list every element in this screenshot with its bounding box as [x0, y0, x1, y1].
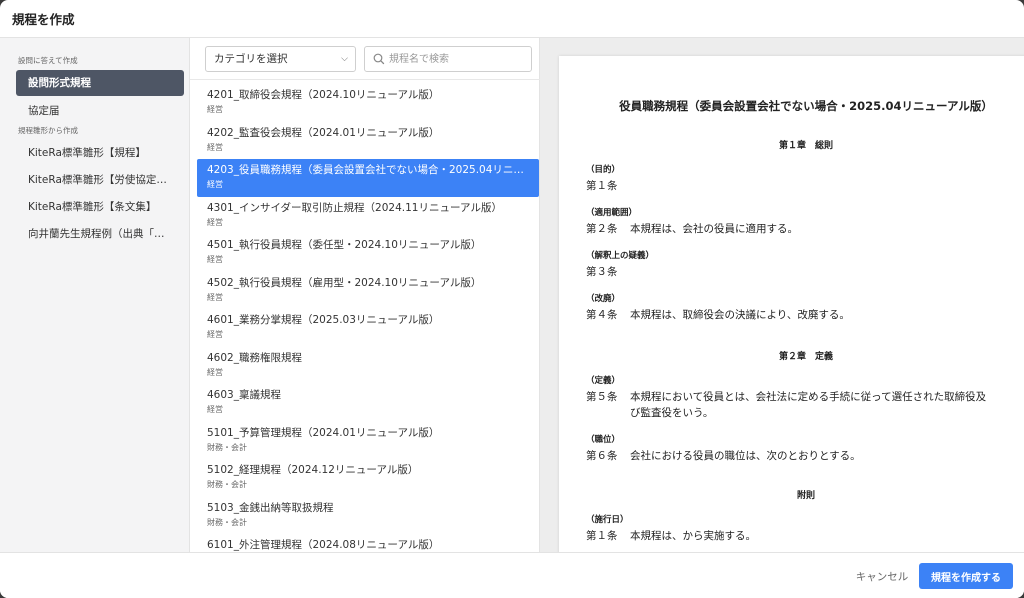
article-heading: （適用範囲） — [586, 208, 638, 218]
rule-category: 経営 — [207, 330, 223, 339]
article-number: 第５条 — [586, 391, 618, 403]
article-body: 第３条 — [586, 264, 1024, 280]
article-text: 本規程は、から実施する。 — [630, 530, 756, 542]
rule-category: 経営 — [207, 367, 223, 377]
article-body: 第１条 本規程は、から実施する。 — [586, 528, 1024, 544]
category-select[interactable]: カテゴリを選択 ⌵ — [205, 46, 356, 72]
rule-title: 6101_外注管理規程（2024.08リニューアル版） — [207, 539, 440, 551]
chapter-heading: 第２章 定義 — [778, 352, 833, 362]
chapter-heading: 第１章 総則 — [778, 141, 833, 151]
article-text-continued: び監査役をいう。 — [630, 407, 714, 419]
rule-title: 4501_執行役員規程（委任型・2024.10リニューアル版） — [207, 239, 482, 251]
rule-category: 経営 — [207, 180, 223, 189]
rule-title: 4201_取締役会規程（2024.10リニューアル版） — [207, 89, 440, 101]
rule-list-panel: カテゴリを選択 ⌵ 4201_取締役会規程（2024.10リニューアル版） 経営 … — [190, 38, 540, 552]
rule-list: 4201_取締役会規程（2024.10リニューアル版） 経営 4202_監査役会規… — [190, 84, 540, 552]
list-item[interactable]: 4502_執行役員規程（雇用型・2024.10リニューアル版） 経営 — [197, 272, 539, 310]
list-item[interactable]: 6101_外注管理規程（2024.08リニューアル版） — [197, 534, 539, 552]
filter-bar: カテゴリを選択 ⌵ — [190, 38, 540, 80]
list-item[interactable]: 4301_インサイダー取引防止規程（2024.11リニューアル版） 経営 — [197, 197, 539, 235]
article-body: 第４条 本規程は、取締役会の決議により、改廃する。 — [586, 307, 1024, 323]
rule-category: 経営 — [207, 292, 223, 302]
article-body: 第２条 本規程は、会社の役員に適用する。 — [586, 221, 1024, 237]
rule-category: 経営 — [207, 255, 223, 264]
rule-category: 経営 — [207, 217, 223, 227]
article-body: 第５条 本規程において役員とは、会社法に定める手続に従って選任された取締役及 び監査… — [586, 389, 1024, 421]
list-item[interactable]: 4601_業務分掌規程（2025.03リニューアル版） 経営 — [197, 309, 539, 347]
source-sidebar: 設問に答えて作成 設問形式規程 協定届 規程雛形から作成 KiteRa標準雛形【… — [0, 38, 190, 552]
rule-title: 4603_稟議規程 — [207, 389, 281, 401]
sidebar-item-agreement[interactable]: 協定届 — [16, 98, 184, 124]
article-text: 本規程において役員とは、会社法に定める手続に従って選任された取締役及 — [630, 391, 987, 403]
rule-category: 財務・会計 — [207, 517, 247, 527]
article-number: 第３条 — [586, 266, 618, 278]
rule-category: 財務・会計 — [207, 442, 247, 452]
rule-title: 5101_予算管理規程（2024.01リニューアル版） — [207, 426, 440, 439]
cancel-button[interactable]: キャンセル — [850, 563, 914, 589]
section-questions-label: 設問に答えて作成 — [18, 56, 78, 65]
list-item[interactable]: 5102_経理規程（2024.12リニューアル版） 財務・会計 — [197, 459, 539, 497]
sidebar-item-template-labor[interactable]: KiteRa標準雛形【労使協定… — [16, 167, 184, 194]
rule-title: 4301_インサイダー取引防止規程（2024.11リニューアル版） — [207, 201, 502, 214]
category-select-value: カテゴリを選択 — [214, 53, 288, 65]
sidebar-item-template-mukai[interactable]: 向井蘭先生規程例（出典「… — [16, 221, 184, 248]
article-text: 本規程は、会社の役員に適用する。 — [630, 223, 798, 235]
list-item[interactable]: 4202_監査役会規程（2024.01リニューアル版） 経営 — [197, 122, 539, 160]
dialog-title: 規程を作成 — [12, 12, 75, 27]
article-number: 第１条 — [586, 180, 618, 192]
rule-category: 経営 — [207, 105, 223, 114]
list-item[interactable]: 4201_取締役会規程（2024.10リニューアル版） 経営 — [197, 84, 539, 122]
create-rule-dialog: 規程を作成 設問に答えて作成 設問形式規程 協定届 規程雛形から作成 KiteR… — [0, 0, 1024, 598]
article-number: 第１条 — [586, 530, 618, 542]
list-item-selected[interactable]: 4203_役員職務規程（委員会設置会社でない場合・2025.04リニューアル版）… — [197, 159, 539, 197]
rule-title: 5103_金銭出納等取扱規程 — [207, 501, 334, 514]
list-item[interactable]: 4603_稟議規程 経営 — [197, 384, 539, 422]
rule-title: 4602_職務権限規程 — [207, 351, 302, 364]
article-body: 第６条 会社における役員の職位は、次のとおりとする。 — [586, 448, 1024, 464]
article-text: 会社における役員の職位は、次のとおりとする。 — [630, 450, 861, 462]
list-item[interactable]: 4501_執行役員規程（委任型・2024.10リニューアル版） 経営 — [197, 234, 539, 272]
rule-category: 経営 — [207, 142, 223, 152]
search-input[interactable] — [389, 49, 527, 69]
document-preview: 役員職務規程（委員会設置会社でない場合・2025.04リニューアル版） 第１章 … — [540, 38, 1024, 552]
dialog-footer: キャンセル 規程を作成する — [0, 552, 1024, 598]
rule-category: 経営 — [207, 405, 223, 414]
list-item[interactable]: 4602_職務権限規程 経営 — [197, 347, 539, 385]
article-body: 第１条 — [586, 178, 1024, 194]
document-title: 役員職務規程（委員会設置会社でない場合・2025.04リニューアル版） — [619, 99, 993, 113]
article-number: 第２条 — [586, 223, 618, 235]
article-heading: （改廃） — [586, 294, 621, 304]
article-text: 本規程は、取締役会の決議により、改廃する。 — [630, 309, 850, 321]
appendix-heading: 附則 — [796, 491, 815, 501]
dialog-header: 規程を作成 — [0, 0, 1024, 38]
document-page: 役員職務規程（委員会設置会社でない場合・2025.04リニューアル版） 第１章 … — [559, 56, 1024, 552]
rule-title: 5102_経理規程（2024.12リニューアル版） — [207, 464, 419, 476]
rule-category: 財務・会計 — [207, 480, 247, 489]
article-number: 第６条 — [586, 450, 618, 462]
section-templates-label: 規程雛形から作成 — [18, 126, 78, 135]
rule-title: 4502_執行役員規程（雇用型・2024.10リニューアル版） — [207, 276, 482, 289]
search-icon — [373, 53, 385, 65]
article-heading: （目的） — [586, 165, 621, 175]
article-heading: （解釈上の疑義） — [586, 251, 655, 261]
create-rule-button[interactable]: 規程を作成する — [919, 563, 1013, 589]
article-heading: （定義） — [586, 376, 621, 386]
rule-title: 4203_役員職務規程（委員会設置会社でない場合・2025.04リニューアル版） — [207, 164, 533, 176]
chevron-down-icon: ⌵ — [341, 54, 348, 64]
article-heading: （施行日） — [586, 515, 629, 525]
sidebar-item-template-rules[interactable]: KiteRa標準雛形【規程】 — [16, 140, 184, 167]
list-item[interactable]: 5101_予算管理規程（2024.01リニューアル版） 財務・会計 — [197, 422, 539, 460]
article-heading: （職位） — [586, 435, 621, 445]
search-box — [364, 46, 532, 72]
list-item[interactable]: 5103_金銭出納等取扱規程 財務・会計 — [197, 497, 539, 535]
article-number: 第４条 — [586, 309, 618, 321]
rule-title: 4601_業務分掌規程（2025.03リニューアル版） — [207, 314, 440, 326]
sidebar-item-template-articles[interactable]: KiteRa標準雛形【条文集】 — [16, 194, 184, 221]
rule-title: 4202_監査役会規程（2024.01リニューアル版） — [207, 126, 440, 139]
sidebar-item-question-rules[interactable]: 設問形式規程 — [16, 70, 184, 96]
